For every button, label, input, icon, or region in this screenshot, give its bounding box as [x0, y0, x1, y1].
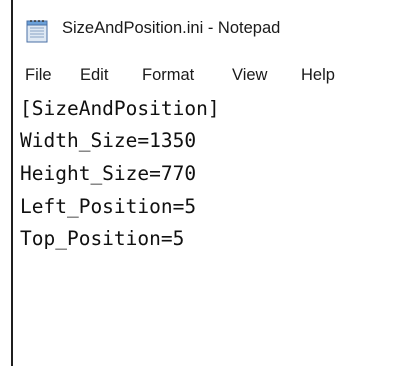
editor-line: Width_Size=1350 — [20, 129, 197, 152]
editor-line: Height_Size=770 — [20, 162, 197, 185]
menu-view[interactable]: View — [232, 66, 267, 85]
menu-bar: File Edit Format View Help — [13, 56, 401, 92]
menu-help[interactable]: Help — [301, 66, 335, 85]
notepad-icon — [26, 20, 48, 43]
editor-line: Left_Position=5 — [20, 195, 197, 218]
menu-file[interactable]: File — [25, 66, 52, 85]
window-title: SizeAndPosition.ini - Notepad — [62, 19, 281, 37]
notepad-window: SizeAndPosition.ini - Notepad File Edit … — [0, 0, 401, 366]
editor-line: [SizeAndPosition] — [20, 97, 220, 120]
menu-edit[interactable]: Edit — [80, 66, 108, 85]
editor-line: Top_Position=5 — [20, 227, 185, 250]
text-editor-area[interactable]: [SizeAndPosition] Width_Size=1350 Height… — [13, 92, 401, 366]
menu-format[interactable]: Format — [142, 66, 194, 85]
